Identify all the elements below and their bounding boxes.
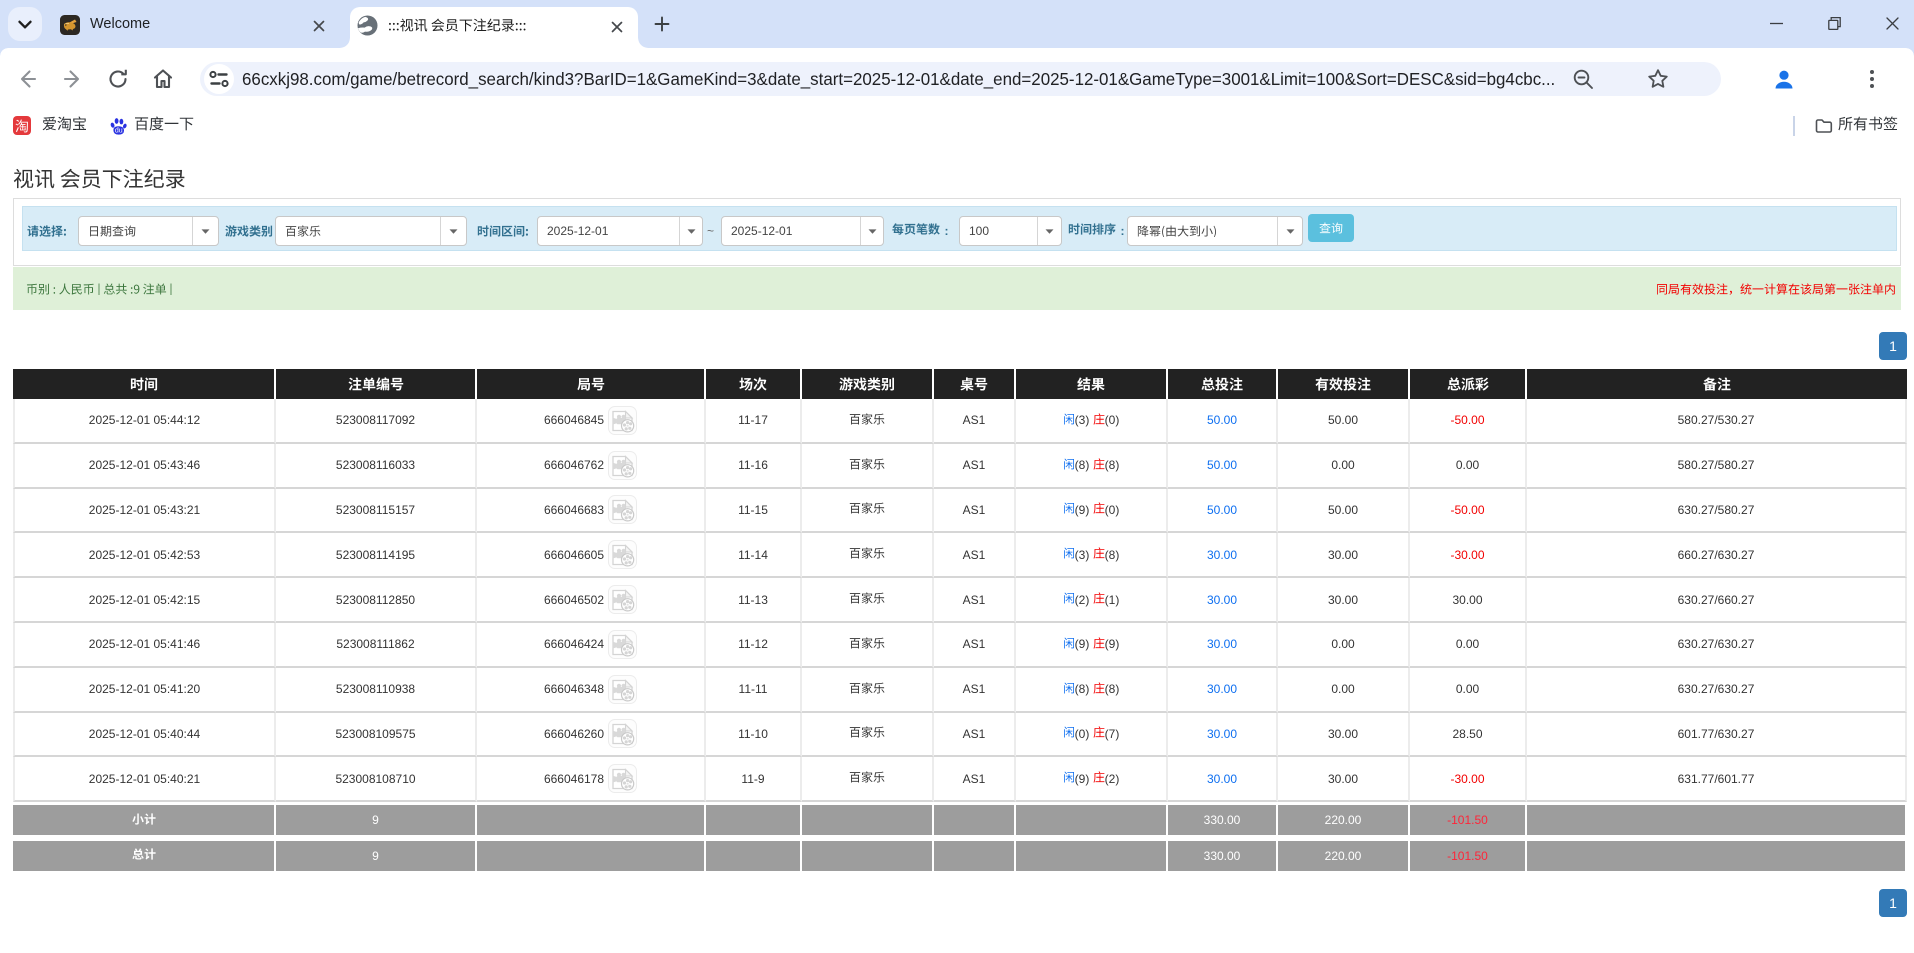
svg-text:du: du bbox=[115, 128, 123, 135]
